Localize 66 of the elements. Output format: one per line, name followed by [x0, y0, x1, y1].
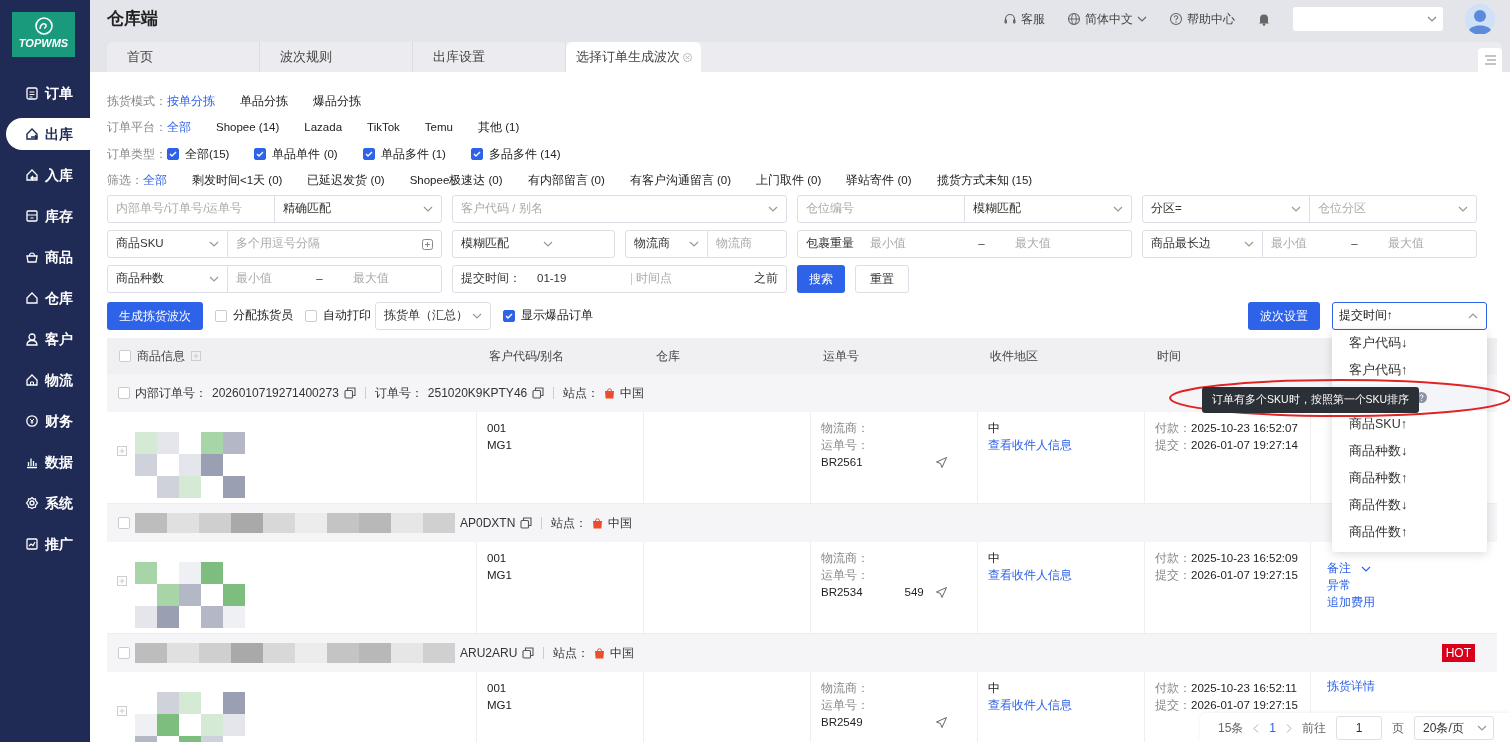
time-label: 付款：: [1155, 682, 1191, 694]
column-header: 商品信息: [137, 348, 185, 365]
site-name: 中国: [610, 645, 635, 662]
site-name: 中国: [608, 515, 633, 532]
column-header: 收件地区: [990, 348, 1038, 365]
range-dash: –: [316, 271, 323, 287]
tooltip: 订单有多个SKU时，按照第一个SKU排序: [1202, 387, 1420, 413]
waybill-label: 运单号：: [821, 438, 870, 453]
order-number: 2026010719271400273: [212, 385, 339, 402]
waybill-label: 运单号：: [821, 568, 870, 583]
field-label: 包裹重量: [805, 236, 855, 252]
order-number: ARU2ARU: [460, 645, 518, 662]
column-header: 时间: [1157, 348, 1181, 365]
range-dash: –: [1351, 236, 1358, 252]
logo-text: TOPWMS: [18, 36, 69, 52]
time-value: 2025-10-23 16:52:09: [1191, 552, 1298, 564]
filter-label: 筛选：: [107, 173, 143, 189]
region-text: 中: [988, 681, 1001, 696]
column-header: 仓库: [656, 348, 680, 365]
total-count: 15条: [1218, 720, 1244, 737]
page-title: 仓库端: [107, 8, 158, 31]
site-label: 站点：: [551, 515, 588, 532]
waybill-number: BR2549: [821, 715, 863, 730]
order-field-label: 订单号：: [374, 385, 423, 402]
hot-label: HOT: [1441, 644, 1475, 662]
customer-code: MG1: [487, 438, 513, 453]
time-value: 2026-01-07 19:27:15: [1191, 569, 1298, 581]
filter-label: 订单类型：: [107, 146, 167, 162]
waybill-number: 549: [904, 585, 924, 600]
customer-code: 001: [487, 421, 508, 436]
time-label: 提交：: [1155, 699, 1191, 711]
carrier-label: 物流商：: [821, 681, 870, 696]
site-name: 中国: [620, 385, 645, 402]
waybill-label: 运单号：: [821, 698, 870, 713]
site-label: 站点：: [563, 385, 600, 402]
time-label: 提交：: [1155, 569, 1191, 581]
column-header: 客户代码/别名: [489, 348, 565, 365]
order-field-label: 内部订单号：: [135, 385, 207, 402]
customer-code: 001: [487, 681, 508, 696]
waybill-number: BR2561: [821, 455, 863, 470]
region-text: 中: [988, 551, 1001, 566]
time-label: 付款：: [1155, 422, 1191, 434]
range-dash: –: [978, 236, 985, 252]
customer-code: MG1: [487, 698, 513, 713]
time-value: 2026-01-07 19:27:14: [1191, 439, 1298, 451]
date-suffix: 之前: [754, 271, 778, 287]
time-label: 提交：: [1155, 439, 1191, 451]
filter-label: 订单平台：: [107, 120, 167, 136]
time-label: 付款：: [1155, 552, 1191, 564]
order-number: AP0DXTN: [460, 515, 516, 532]
region-text: 中: [988, 421, 1001, 436]
carrier-label: 物流商：: [821, 421, 870, 436]
goto-label: 前往: [1302, 720, 1327, 737]
page-unit: 页: [1392, 720, 1405, 737]
order-number: 251020K9KPTY46: [427, 385, 528, 402]
customer-code: 001: [487, 551, 508, 566]
filter-label: 拣货模式：: [107, 93, 167, 109]
time-value: 2026-01-07 19:27:15: [1191, 699, 1298, 711]
column-header: 运单号: [823, 348, 859, 365]
site-label: 站点：: [553, 645, 590, 662]
time-value: 2025-10-23 16:52:11: [1191, 682, 1297, 694]
waybill-number: BR2534: [821, 585, 863, 600]
time-value: 2025-10-23 16:52:07: [1191, 422, 1298, 434]
customer-code: MG1: [487, 568, 513, 583]
carrier-label: 物流商：: [821, 551, 870, 566]
field-label: 提交时间：: [460, 271, 522, 287]
